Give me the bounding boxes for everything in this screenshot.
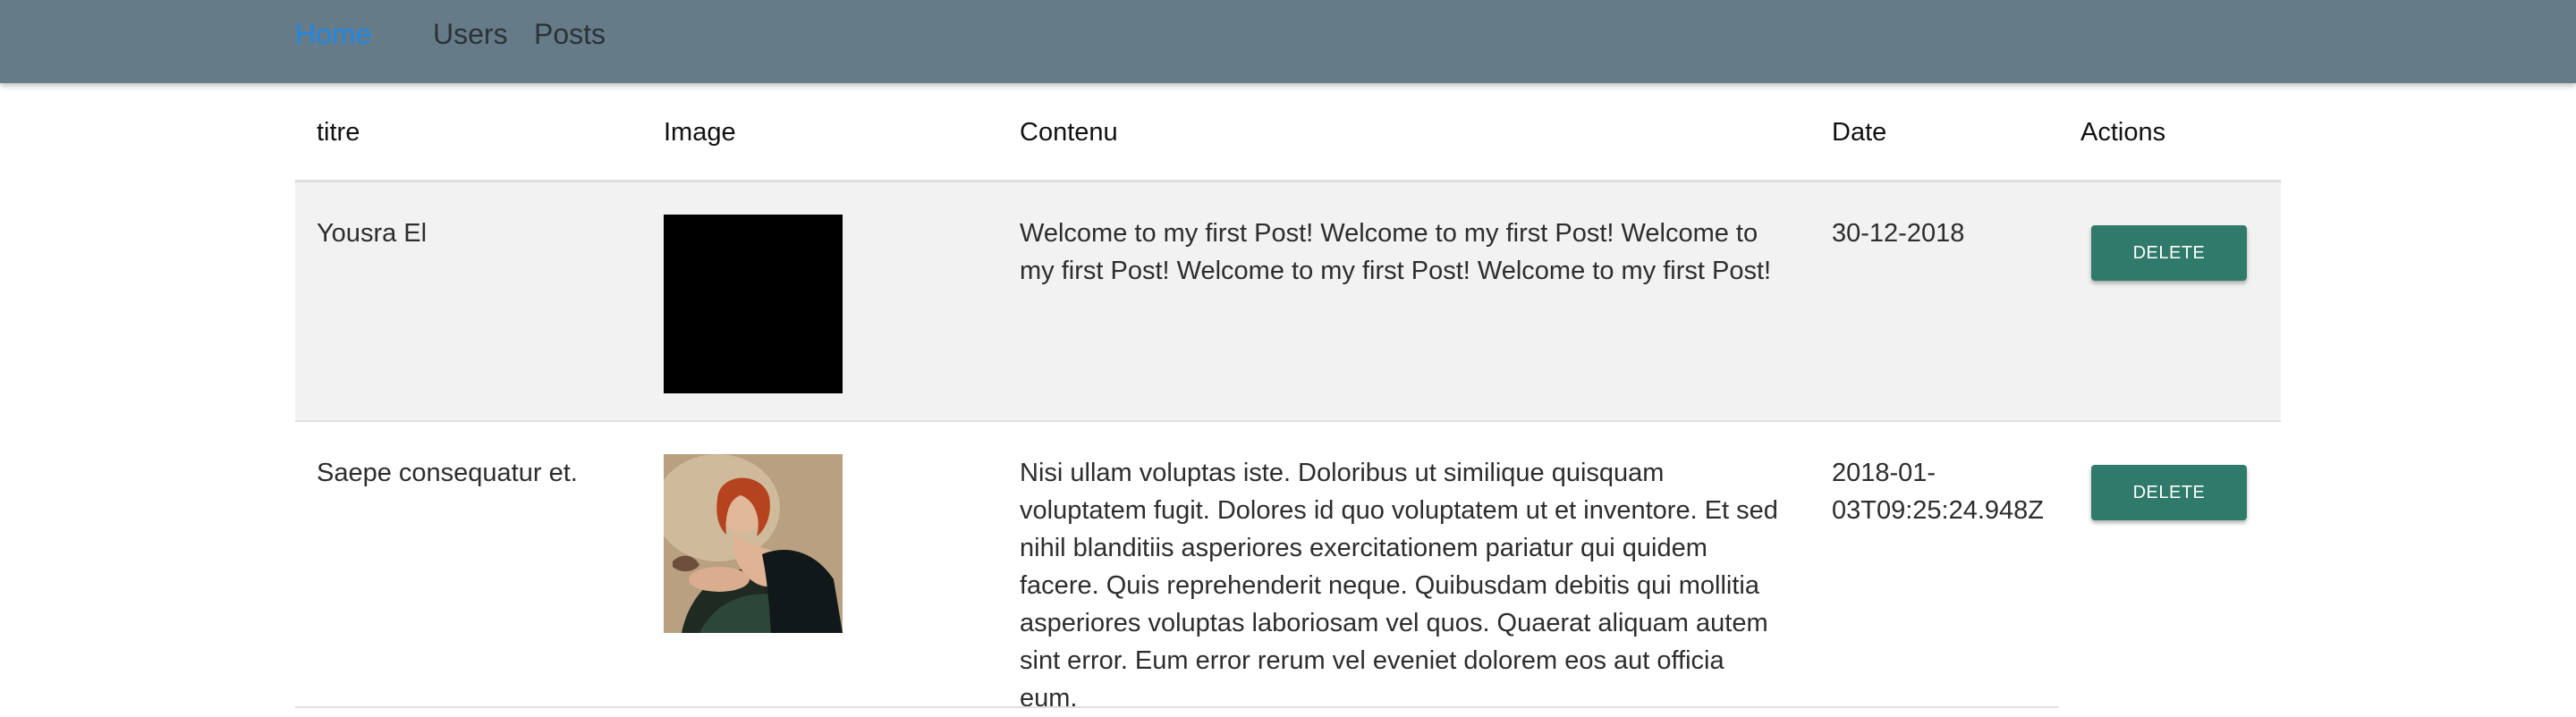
post-content: Nisi ullam voluptas iste. Doloribus ut s… (1020, 459, 1778, 713)
post-date: 30-12-2018 (1832, 219, 1965, 248)
delete-button[interactable]: DELETE (2091, 465, 2247, 520)
table-row: Yousra El Welcome to my first Post! Welc… (295, 182, 2281, 422)
nav-home-link[interactable]: Home (295, 16, 371, 52)
delete-button[interactable]: DELETE (2091, 225, 2247, 281)
post-title: Saepe consequatur et. (317, 459, 578, 487)
header-actions: Actions (2080, 118, 2166, 147)
nav-users-link[interactable]: Users (433, 16, 508, 52)
posts-table: titre Image Contenu Date Actions Yousra … (295, 83, 2281, 713)
post-image (664, 215, 843, 393)
post-date: 2018-01-03T09:25:24.948Z (1832, 459, 2045, 525)
header-title: titre (317, 118, 360, 147)
post-image (664, 454, 843, 633)
top-navbar: Home Users Posts (0, 0, 2576, 83)
table-row: Saepe consequatur et. Nisi ullam volupta… (295, 422, 2281, 713)
nav-posts-link[interactable]: Posts (534, 16, 606, 52)
header-image: Image (664, 118, 736, 147)
portrait-photo (664, 454, 843, 633)
post-title: Yousra El (317, 219, 428, 248)
row-divider (295, 706, 2059, 708)
header-content: Contenu (1020, 118, 1118, 147)
table-header: titre Image Contenu Date Actions (295, 83, 2281, 182)
header-date: Date (1832, 118, 1887, 147)
post-content: Welcome to my first Post! Welcome to my … (1020, 219, 1772, 285)
